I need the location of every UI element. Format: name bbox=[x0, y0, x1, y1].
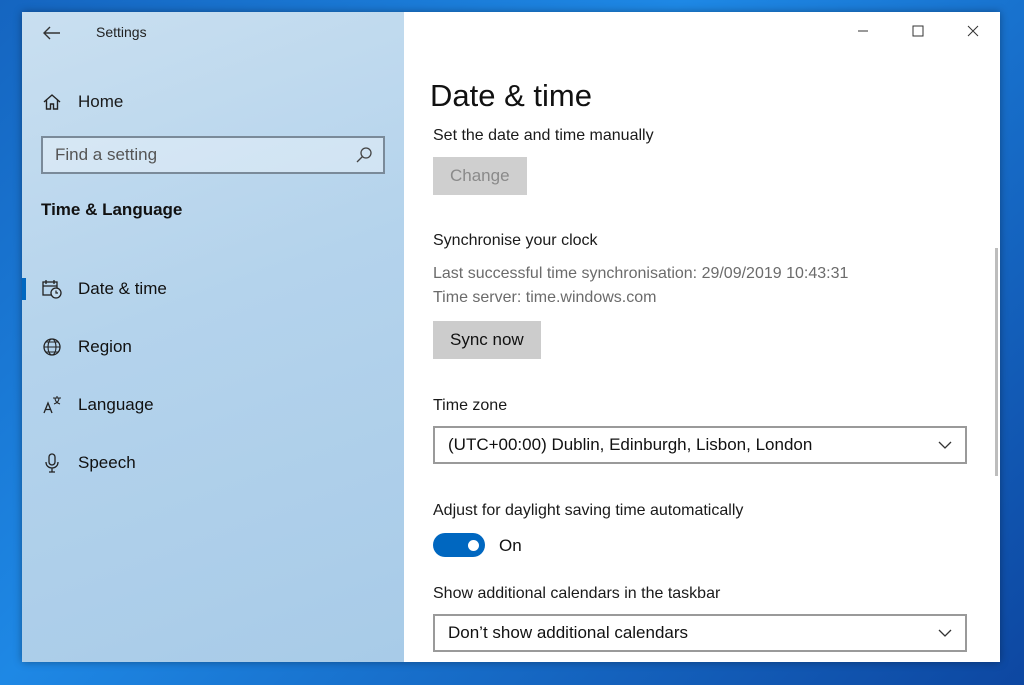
window-controls bbox=[835, 12, 1000, 50]
calendars-dropdown[interactable]: Don’t show additional calendars bbox=[433, 614, 967, 652]
last-sync-text: Last successful time synchronisation: 29… bbox=[433, 265, 848, 283]
sync-heading: Synchronise your clock bbox=[433, 232, 598, 250]
settings-window: Settings Home Time & Language Date & tim… bbox=[22, 12, 1000, 662]
home-nav-item[interactable]: Home bbox=[40, 88, 123, 116]
back-button[interactable] bbox=[40, 22, 64, 44]
globe-icon bbox=[40, 335, 64, 359]
manual-time-label: Set the date and time manually bbox=[433, 127, 654, 145]
page-title: Date & time bbox=[430, 78, 592, 114]
minimize-icon bbox=[857, 25, 869, 37]
sidebar-item-label: Date & time bbox=[78, 279, 167, 299]
calendars-value: Don’t show additional calendars bbox=[448, 623, 937, 643]
search-icon[interactable] bbox=[355, 146, 373, 164]
section-title: Time & Language bbox=[41, 200, 182, 220]
search-box[interactable] bbox=[41, 136, 385, 174]
chevron-down-icon bbox=[937, 437, 953, 453]
sidebar-item-region[interactable]: Region bbox=[22, 318, 404, 376]
maximize-icon bbox=[912, 25, 924, 37]
close-icon bbox=[967, 25, 979, 37]
toggle-knob bbox=[468, 540, 479, 551]
sidebar-item-speech[interactable]: Speech bbox=[22, 434, 404, 492]
selected-indicator bbox=[22, 278, 26, 300]
chevron-down-icon bbox=[937, 625, 953, 641]
search-input[interactable] bbox=[55, 145, 355, 165]
home-icon bbox=[40, 90, 64, 114]
back-arrow-icon bbox=[43, 26, 61, 40]
app-title: Settings bbox=[96, 24, 147, 40]
dst-toggle-state: On bbox=[499, 536, 522, 556]
dst-label: Adjust for daylight saving time automati… bbox=[433, 502, 743, 520]
language-icon bbox=[40, 393, 64, 417]
close-button[interactable] bbox=[945, 12, 1000, 50]
time-zone-label: Time zone bbox=[433, 397, 507, 415]
microphone-icon bbox=[40, 451, 64, 475]
sidebar-item-language[interactable]: Language bbox=[22, 376, 404, 434]
change-button[interactable]: Change bbox=[433, 157, 527, 195]
minimize-button[interactable] bbox=[835, 12, 890, 50]
calendar-clock-icon bbox=[40, 277, 64, 301]
time-server-text: Time server: time.windows.com bbox=[433, 289, 656, 307]
home-label: Home bbox=[78, 92, 123, 112]
sidebar-item-label: Language bbox=[78, 395, 154, 415]
main-content: Date & time Set the date and time manual… bbox=[404, 12, 1000, 662]
sidebar-nav: Date & time Region Language Speech bbox=[22, 260, 404, 492]
sidebar-item-label: Speech bbox=[78, 453, 136, 473]
sidebar: Settings Home Time & Language Date & tim… bbox=[22, 12, 404, 662]
sidebar-item-date-time[interactable]: Date & time bbox=[22, 260, 404, 318]
sidebar-item-label: Region bbox=[78, 337, 132, 357]
dst-toggle[interactable] bbox=[433, 533, 485, 557]
time-zone-dropdown[interactable]: (UTC+00:00) Dublin, Edinburgh, Lisbon, L… bbox=[433, 426, 967, 464]
time-zone-value: (UTC+00:00) Dublin, Edinburgh, Lisbon, L… bbox=[448, 435, 937, 455]
maximize-button[interactable] bbox=[890, 12, 945, 50]
calendars-label: Show additional calendars in the taskbar bbox=[433, 585, 720, 603]
sync-now-button[interactable]: Sync now bbox=[433, 321, 541, 359]
scrollbar[interactable] bbox=[995, 248, 998, 476]
